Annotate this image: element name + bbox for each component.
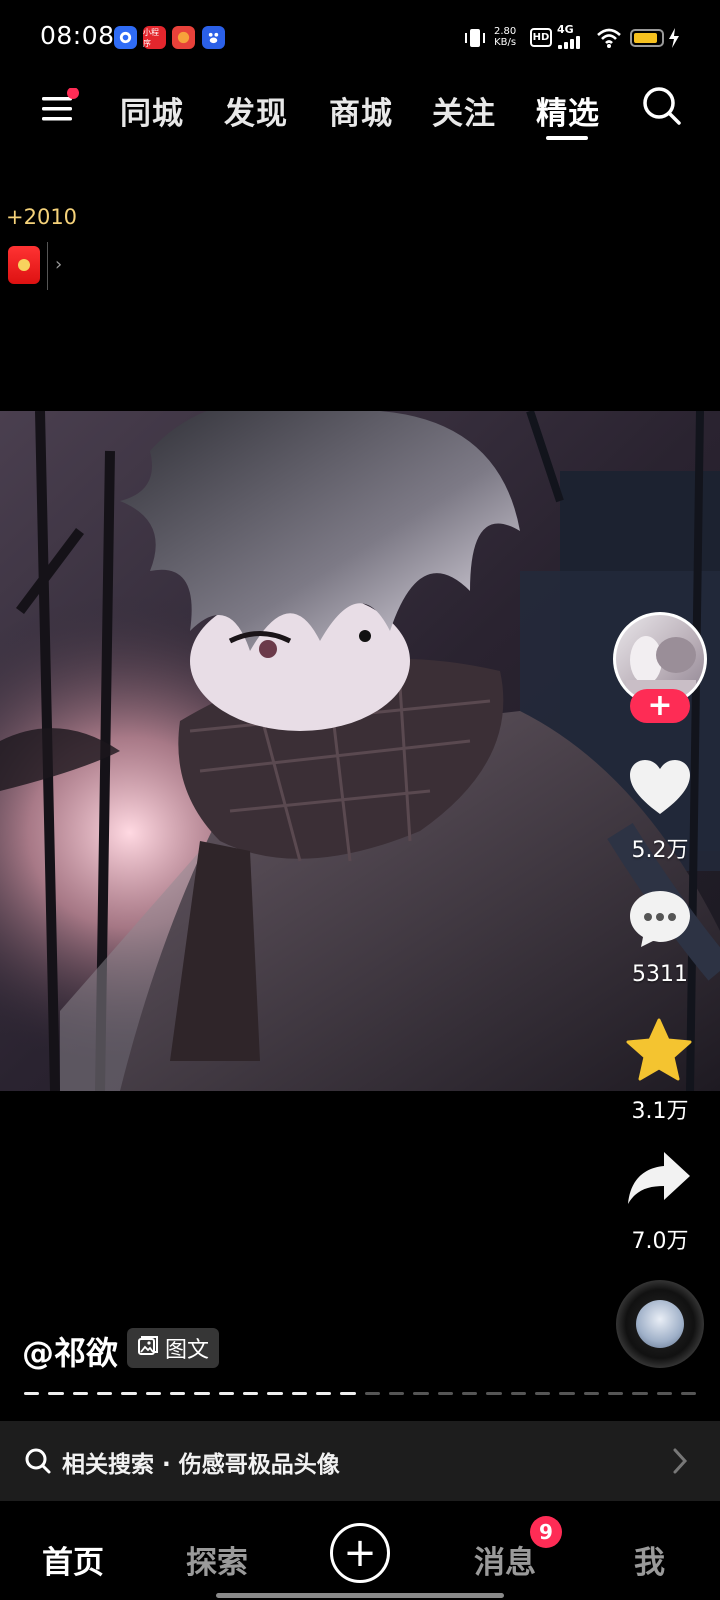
search-icon <box>24 1447 52 1479</box>
tab-nearby[interactable]: 同城 <box>120 88 184 133</box>
pager-dash <box>583 1392 599 1395</box>
nav-explore[interactable]: 探索 <box>186 1537 248 1582</box>
pager-dash <box>169 1392 186 1395</box>
baidu-map-icon <box>114 26 137 49</box>
author-name[interactable]: @祁欲 <box>22 1328 118 1374</box>
active-tab-indicator <box>546 136 588 140</box>
pager-dash <box>680 1392 697 1395</box>
charging-icon <box>668 28 680 52</box>
network-type: 4G <box>557 23 574 36</box>
pager-dash <box>437 1392 453 1395</box>
pager-dash <box>656 1392 672 1395</box>
baidu-icon <box>202 26 225 49</box>
tab-discover[interactable]: 发现 <box>224 88 288 133</box>
pager-dash <box>48 1392 64 1395</box>
pager-dash <box>607 1392 624 1395</box>
pager-dash <box>413 1392 429 1395</box>
pager-dash <box>145 1392 161 1395</box>
pager-dash <box>364 1392 380 1395</box>
like-icon[interactable] <box>628 758 692 820</box>
red-envelope-icon[interactable] <box>8 246 40 284</box>
share-count: 7.0万 <box>631 1229 689 1254</box>
share-icon[interactable] <box>626 1150 692 1212</box>
favorite-count: 3.1万 <box>631 1099 689 1124</box>
tab-mall[interactable]: 商城 <box>329 88 393 133</box>
tab-following[interactable]: 关注 <box>432 88 496 133</box>
like-count: 5.2万 <box>631 838 689 863</box>
pager-dash <box>267 1392 283 1395</box>
pager-dash <box>340 1392 356 1395</box>
battery-icon <box>630 29 664 47</box>
pager-dash <box>559 1392 575 1395</box>
pager-dash <box>291 1392 307 1395</box>
comment-icon[interactable] <box>628 889 692 953</box>
reward-divider <box>47 242 48 290</box>
battery-level <box>634 33 657 43</box>
status-time: 08:08 <box>40 21 115 50</box>
home-indicator <box>216 1593 504 1598</box>
nav-me[interactable]: 我 <box>634 1537 665 1582</box>
pager-dash <box>388 1392 405 1395</box>
menu-icon[interactable] <box>40 87 80 132</box>
search-icon[interactable] <box>640 84 684 132</box>
message-badge: 9 <box>530 1516 562 1548</box>
pager-dash <box>194 1392 210 1395</box>
music-cover <box>636 1300 684 1348</box>
follow-button[interactable]: + <box>630 689 690 723</box>
anime-illustration <box>0 411 720 1091</box>
data-rate: 2.80 KB/s <box>494 26 517 48</box>
nav-home[interactable]: 首页 <box>42 1537 104 1582</box>
pager-dash <box>24 1392 40 1395</box>
music-disc[interactable] <box>616 1280 704 1368</box>
hd-indicator: HD <box>530 28 552 47</box>
top-nav: 同城 发现 商城 关注 精选 <box>0 80 720 140</box>
reward-points[interactable]: +2010 <box>6 205 77 229</box>
pager-dash <box>461 1392 478 1395</box>
bottom-nav: 首页 探索 + 消息 9 我 <box>0 1501 720 1600</box>
image-icon <box>137 1335 159 1361</box>
nav-messages[interactable]: 消息 <box>474 1537 536 1582</box>
pager-dash <box>72 1392 88 1395</box>
image-pager <box>24 1392 697 1396</box>
pager-dash <box>315 1392 332 1395</box>
post-image[interactable] <box>0 411 720 1091</box>
post-type-label: 图文 <box>165 1338 210 1363</box>
post-type-badge: 图文 <box>127 1328 220 1368</box>
red-app-icon <box>172 26 195 49</box>
pager-dash <box>510 1392 526 1395</box>
pager-dash <box>242 1392 259 1395</box>
vibrate-icon <box>463 27 487 53</box>
status-bar: 08:08 小程序 2.80 KB/s HD 4G <box>0 0 720 74</box>
pager-dash <box>486 1392 502 1395</box>
chevron-right-icon <box>672 1447 688 1479</box>
pager-dash <box>632 1392 648 1395</box>
related-search-text: 相关搜索 · 伤感哥极品头像 <box>62 1452 340 1478</box>
signal-icon <box>558 36 580 49</box>
pager-dash <box>218 1392 234 1395</box>
related-search-bar[interactable]: 相关搜索 · 伤感哥极品头像 <box>0 1421 720 1501</box>
comment-count: 5311 <box>632 962 688 987</box>
favorite-star-icon[interactable] <box>626 1018 692 1086</box>
mini-app-icon: 小程序 <box>143 26 166 49</box>
pager-dash <box>534 1392 551 1395</box>
chevron-right-icon[interactable]: › <box>55 254 62 275</box>
tab-featured[interactable]: 精选 <box>536 88 600 133</box>
pager-dash <box>121 1392 137 1395</box>
create-post-button[interactable]: + <box>330 1523 390 1583</box>
pager-dash <box>96 1392 113 1395</box>
wifi-icon <box>596 27 622 53</box>
